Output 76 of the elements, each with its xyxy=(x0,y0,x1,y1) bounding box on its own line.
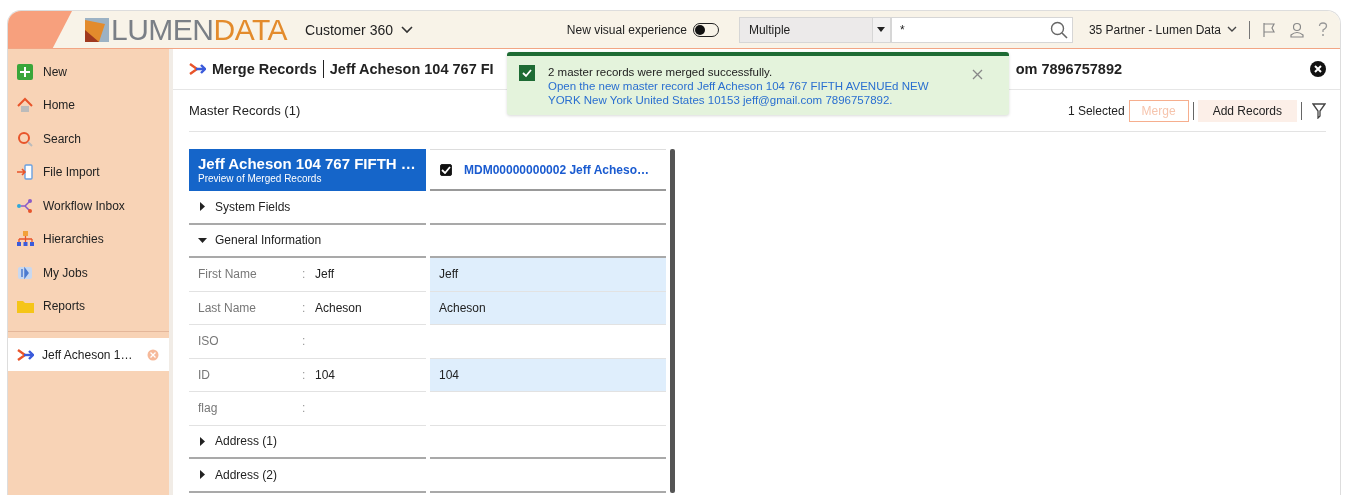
filter-icon[interactable] xyxy=(1312,102,1326,119)
chevron-down-icon xyxy=(1227,26,1237,33)
field-value: Acheson xyxy=(315,300,362,315)
sidebar-item[interactable]: Workflow Inbox xyxy=(8,189,169,223)
help-icon xyxy=(1318,22,1328,37)
preview-subtitle: Preview of Merged Records xyxy=(198,173,323,184)
caret-right-icon xyxy=(198,436,207,446)
logo-text: LUMENDATA xyxy=(111,13,288,46)
sidebar-item[interactable]: My Jobs xyxy=(8,256,169,290)
jobs-icon xyxy=(17,264,34,281)
flag-icon[interactable] xyxy=(1262,21,1276,38)
import-icon xyxy=(17,164,34,181)
sidebar-item[interactable]: Reports xyxy=(8,289,169,323)
record-checkbox[interactable] xyxy=(440,163,452,176)
record-link[interactable]: MDM00000000002 Jeff Acheso… xyxy=(464,162,649,177)
branch-icon xyxy=(17,197,34,214)
merge-icon xyxy=(189,61,206,77)
colon: : xyxy=(302,367,307,382)
scope-select[interactable]: Multiple xyxy=(738,16,873,43)
logo-icon xyxy=(85,17,109,42)
close-icon[interactable] xyxy=(1310,61,1326,77)
checkbox-icon xyxy=(519,65,535,81)
sidebar-item[interactable]: Hierarchies xyxy=(8,222,169,256)
field-label: First Name xyxy=(198,267,258,282)
field-label: Last Name xyxy=(198,300,258,315)
field-value: 104 xyxy=(315,367,336,382)
toast-message: 2 master records were merged successfully. xyxy=(548,65,774,79)
sidebar-item[interactable]: Home xyxy=(8,88,169,122)
section-toggle[interactable]: System Fields xyxy=(189,191,426,225)
field-value: Acheson xyxy=(439,300,486,315)
section-toggle[interactable]: Address (2) xyxy=(189,459,426,493)
caret-right-icon xyxy=(198,202,207,212)
caret-down-icon xyxy=(198,235,207,245)
check-icon xyxy=(441,165,451,174)
field-value: 104 xyxy=(439,367,460,382)
colon: : xyxy=(302,334,307,349)
colon: : xyxy=(302,401,307,416)
search-icon xyxy=(17,130,34,147)
search-icon xyxy=(1049,20,1068,39)
folder-icon xyxy=(17,298,34,315)
scrollbar[interactable] xyxy=(670,149,675,493)
search-field[interactable]: * xyxy=(890,16,1073,43)
selection-count: 1 Selected xyxy=(1067,103,1125,118)
app-switcher[interactable]: Customer 360 xyxy=(305,21,413,38)
sidebar-item[interactable]: New xyxy=(8,55,169,89)
section-toggle[interactable]: General Information xyxy=(189,224,426,258)
open-record-tab[interactable]: Jeff Acheson 1… xyxy=(8,338,169,371)
merge-icon xyxy=(17,346,34,363)
organization-switcher[interactable]: 35 Partner - Lumen Data xyxy=(1088,22,1237,37)
add-records-button[interactable]: Add Records xyxy=(1197,99,1297,122)
caret-down-icon xyxy=(877,27,886,32)
hierarchy-icon xyxy=(17,231,34,248)
preview-title: Jeff Acheson 104 767 FIFTH … xyxy=(198,155,417,172)
caret-right-icon xyxy=(198,470,207,480)
help-button[interactable] xyxy=(1318,22,1328,37)
chevron-down-icon xyxy=(401,25,413,34)
section-heading: Master Records (1) xyxy=(189,103,301,118)
plus-icon xyxy=(17,63,34,80)
colon: : xyxy=(302,300,307,315)
record-title: om 7896757892 xyxy=(1015,61,1123,77)
house-icon xyxy=(17,97,34,114)
field-value: Jeff xyxy=(315,267,335,282)
page-title: Merge Records xyxy=(212,61,317,77)
field-value: Jeff xyxy=(439,267,459,282)
colon: : xyxy=(302,267,307,282)
record-link[interactable]: Open the new master record Jeff Acheson 104 767 FIFTH AVENUEd NEW YORK New York United States 10153 jeff@gmail.com 7896757892. xyxy=(548,79,959,107)
sidebar-item[interactable]: Search xyxy=(8,122,169,156)
field-label: flag xyxy=(198,401,219,416)
sidebar-item[interactable]: File Import xyxy=(8,155,169,189)
dropdown-caret-button[interactable] xyxy=(872,16,891,43)
record-title: Jeff Acheson 104 767 FI xyxy=(329,61,494,77)
field-label: ISO xyxy=(198,334,220,349)
user-icon[interactable] xyxy=(1290,21,1304,38)
field-label: ID xyxy=(198,367,211,382)
toggle-label: New visual experience xyxy=(566,22,687,37)
section-toggle[interactable]: Address (1) xyxy=(189,425,426,459)
